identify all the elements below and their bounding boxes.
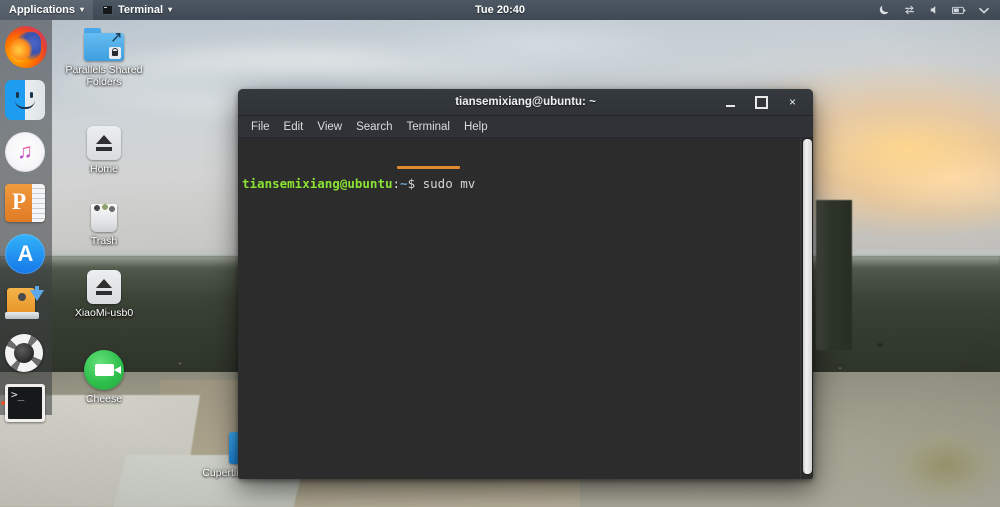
archive-extract-icon — [5, 286, 45, 322]
volume-icon[interactable] — [927, 3, 941, 17]
system-menu-chevron-down-icon[interactable] — [977, 3, 991, 17]
chevron-down-icon: ▾ — [168, 6, 172, 14]
system-tray — [877, 0, 1000, 20]
window-titlebar[interactable]: tiansemixiang@ubuntu: ~ × — [238, 89, 813, 116]
applications-menu-label: Applications — [9, 4, 75, 16]
application-dock: P >_ — [0, 20, 52, 415]
desktop-icon-label: Parallels Shared Folders — [62, 64, 146, 88]
terminal-scrollbar-thumb[interactable] — [803, 139, 812, 474]
terminal-window-menu[interactable]: Terminal ▾ — [93, 0, 181, 20]
drive-eject-icon — [87, 270, 121, 304]
dock-item-archive-manager[interactable] — [5, 286, 47, 322]
desktop-icon-label: Cheese — [86, 393, 122, 405]
terminal-menubar: File Edit View Search Terminal Help — [238, 116, 813, 138]
prompt-sigil: $ — [408, 176, 416, 191]
desktop-icon-label: Trash — [91, 235, 117, 247]
terminal-output-area[interactable]: tiansemixiang@ubuntu:~$ sudo mv — [238, 138, 813, 479]
powerpoint-icon: P — [5, 184, 45, 222]
applications-menu[interactable]: Applications ▾ — [0, 0, 93, 20]
minimize-button[interactable] — [724, 96, 737, 109]
top-panel: Applications ▾ Terminal ▾ Tue 20:40 — [0, 0, 1000, 20]
battery-icon[interactable] — [952, 3, 966, 17]
terminal-icon — [102, 5, 113, 15]
dock-item-system-preferences[interactable] — [5, 334, 47, 372]
clock-label[interactable]: Tue 20:40 — [475, 4, 525, 16]
night-mode-icon[interactable] — [877, 3, 891, 17]
dock-item-terminal[interactable]: >_ — [5, 384, 47, 422]
dock-item-music[interactable] — [5, 132, 47, 172]
chevron-down-icon: ▾ — [80, 6, 84, 14]
network-icon[interactable] — [902, 3, 916, 17]
appstore-icon — [5, 234, 45, 274]
desktop-icon-label: Home — [90, 163, 118, 175]
desktop-icon-trash[interactable]: Trash — [62, 198, 146, 247]
music-icon — [5, 132, 45, 172]
drive-eject-icon — [87, 126, 121, 160]
terminal-command-text: sudo mv — [415, 176, 475, 191]
terminal-window-menu-label: Terminal — [118, 4, 163, 16]
desktop-icon-cheese[interactable]: Cheese — [62, 350, 146, 405]
menu-item-view[interactable]: View — [310, 119, 349, 135]
desktop-icon-xiaomi-usb0[interactable]: XiaoMi-usb0 — [62, 270, 146, 319]
trash-icon — [88, 198, 120, 232]
lifering-icon — [5, 334, 43, 372]
desktop-icon-home[interactable]: Home — [62, 126, 146, 175]
command-match-underline — [397, 166, 460, 169]
prompt-user-host: tiansemixiang@ubuntu — [242, 176, 393, 191]
prompt-separator: : — [393, 176, 401, 191]
terminal-window[interactable]: tiansemixiang@ubuntu: ~ × File Edit View… — [238, 89, 813, 479]
prompt-path: ~ — [400, 176, 408, 191]
dock-item-presentation[interactable]: P — [5, 184, 47, 222]
dock-item-app-store[interactable] — [5, 234, 47, 274]
menu-item-search[interactable]: Search — [349, 119, 399, 135]
cheese-camera-icon — [84, 350, 124, 390]
menu-item-file[interactable]: File — [244, 119, 277, 135]
desktop-icon-label: XiaoMi-usb0 — [75, 307, 133, 319]
finder-icon — [5, 80, 45, 120]
running-indicator-dot — [1, 401, 5, 405]
dock-item-files[interactable] — [5, 80, 47, 120]
shared-folder-icon: ↗ — [84, 28, 124, 61]
terminal-prompt-line: tiansemixiang@ubuntu:~$ sudo mv — [242, 176, 813, 192]
window-controls: × — [724, 96, 813, 109]
firefox-icon — [5, 26, 47, 68]
maximize-button[interactable] — [755, 96, 768, 109]
dock-item-firefox[interactable] — [5, 26, 47, 68]
terminal-icon: >_ — [5, 384, 45, 422]
menu-item-edit[interactable]: Edit — [277, 119, 311, 135]
close-button[interactable]: × — [786, 96, 799, 109]
menu-item-terminal[interactable]: Terminal — [400, 119, 457, 135]
desktop-icon-parallels-shared-folders[interactable]: ↗ Parallels Shared Folders — [62, 28, 146, 88]
terminal-scrollbar[interactable] — [800, 138, 813, 479]
menu-item-help[interactable]: Help — [457, 119, 495, 135]
